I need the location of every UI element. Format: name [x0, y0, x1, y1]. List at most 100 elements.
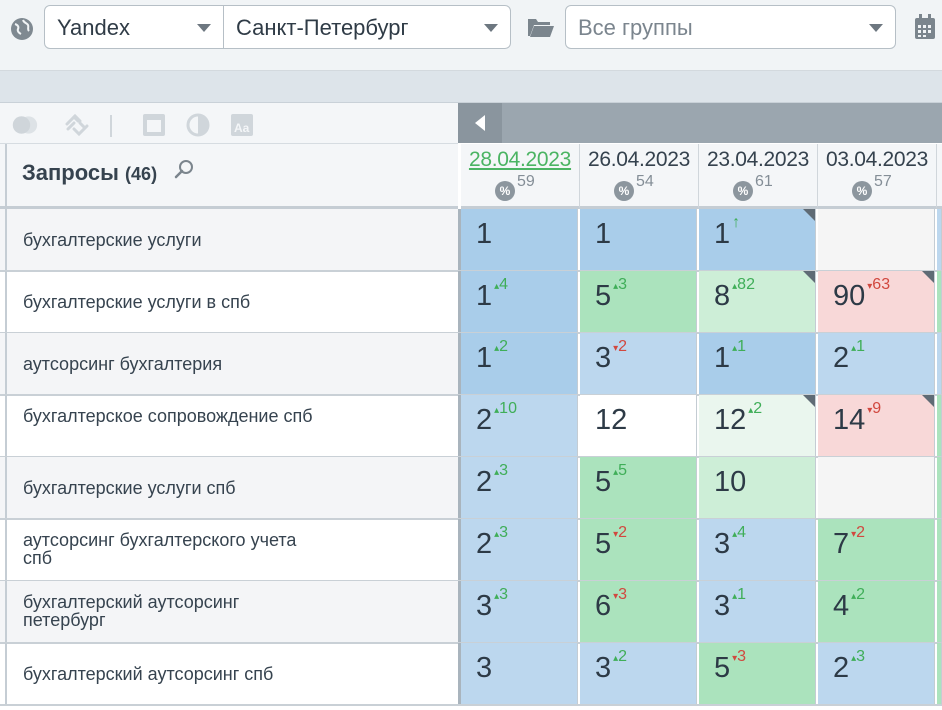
table-row: бухгалтерские услуги спб 2 ▴3 5 ▴5 10 [0, 457, 942, 520]
query-text: бухгалтерский аутсорсинг спб [23, 664, 274, 684]
position-cell[interactable]: 7 ▾2 [818, 519, 935, 580]
position-cell[interactable]: 2 ▴3 [818, 643, 935, 704]
position-cell[interactable]: 3 ▴4 [699, 519, 816, 580]
date-column-header[interactable] [937, 144, 942, 209]
position-cell[interactable] [818, 457, 935, 518]
table-row: бухгалтерские услуги 1 1 1 ↑ [0, 209, 942, 272]
date-column-header[interactable]: 23.04.2023% 61 [699, 144, 818, 209]
position-cell[interactable] [937, 643, 942, 704]
link-icon[interactable] [64, 113, 90, 137]
table-row: аутсорсинг бухгалтерского учета спб 2 ▴3 5 ▾… [0, 519, 942, 582]
toggle-icon[interactable] [12, 113, 38, 137]
calendar-icon[interactable] [914, 14, 936, 40]
position-cell[interactable]: 1 [461, 209, 578, 270]
position-number: 3 [714, 590, 731, 622]
position-cell[interactable]: 2 ▴3 [461, 519, 578, 580]
search-engine-select[interactable]: Yandex [44, 5, 224, 49]
query-cell[interactable]: бухгалтерские услуги [0, 209, 458, 270]
window-icon[interactable] [141, 113, 167, 137]
position-cell[interactable]: 12 ▴2 [699, 395, 816, 456]
position-number: 1 [595, 218, 612, 250]
date-label[interactable]: 28.04.2023 [461, 148, 579, 172]
query-cell[interactable]: бухгалтерское сопровождение спб [0, 395, 458, 456]
position-cell[interactable]: 3 ▴2 [580, 643, 697, 704]
position-change-value: 4 [499, 276, 509, 293]
position-change-value: 1 [856, 338, 866, 355]
search-icon[interactable] [174, 159, 194, 179]
queries-title-text: Запросы [22, 160, 119, 185]
position-cell[interactable]: 5 ▾2 [580, 519, 697, 580]
query-cell[interactable]: бухгалтерский аутсорсинг спб [0, 643, 458, 704]
position-change-value: 1 [737, 586, 747, 603]
position-change-value: 5 [618, 462, 628, 479]
folder-open-icon[interactable] [527, 16, 555, 38]
date-column-header[interactable]: 03.04.2023% 57 [818, 144, 937, 209]
position-cell[interactable] [937, 395, 942, 456]
position-cell[interactable] [937, 457, 942, 518]
font-icon[interactable]: Aa [229, 113, 255, 137]
date-column-header[interactable]: 26.04.2023% 54 [580, 144, 699, 209]
position-number: 2 [833, 342, 850, 374]
position-cell[interactable]: 1 ↑ [699, 209, 816, 270]
query-cell[interactable]: аутсорсинг бухгалтерского учета спб [0, 519, 458, 580]
query-cell[interactable]: бухгалтерский аутсорсинг петербург [0, 581, 458, 642]
date-label[interactable]: 03.04.2023 [818, 148, 936, 172]
position-number: 3 [714, 528, 731, 560]
position-number: 1 [714, 218, 731, 250]
position-cell[interactable]: 6 ▾3 [580, 581, 697, 642]
percent-value: 54 [636, 173, 654, 190]
position-cell[interactable]: 5 ▾3 [699, 643, 816, 704]
position-cell[interactable]: 8 ▴82 [699, 271, 816, 332]
position-cell[interactable]: 1 ▴2 [461, 333, 578, 394]
query-text: бухгалтерские услуги [23, 230, 202, 250]
position-change-value: 63 [872, 276, 891, 293]
position-cell[interactable] [937, 271, 942, 332]
query-cell[interactable]: бухгалтерские услуги спб [0, 457, 458, 518]
position-cell[interactable]: 4 ▴2 [818, 581, 935, 642]
position-number: 4 [833, 590, 850, 622]
position-cell[interactable] [818, 209, 935, 270]
date-label[interactable]: 26.04.2023 [580, 148, 698, 172]
position-number: 5 [714, 652, 731, 684]
position-cell[interactable]: 3 [461, 643, 578, 704]
query-cell[interactable]: аутсорсинг бухгалтерия [0, 333, 458, 394]
position-cell[interactable]: 12 [580, 395, 697, 456]
date-label[interactable]: 23.04.2023 [699, 148, 817, 172]
query-cell[interactable]: бухгалтерские услуги в спб [0, 271, 458, 332]
row-divider [5, 581, 7, 642]
position-change-up: ↑ [732, 214, 740, 231]
position-change-value: 3 [499, 586, 509, 603]
region-select[interactable]: Санкт-Петербург [223, 5, 511, 49]
position-cell[interactable]: 3 ▴1 [699, 581, 816, 642]
groups-select[interactable]: Все группы [565, 5, 896, 49]
position-cell[interactable] [937, 581, 942, 642]
globe-icon[interactable] [9, 16, 35, 42]
position-number: 5 [595, 466, 612, 498]
position-cell[interactable] [937, 209, 942, 270]
position-cell[interactable]: 3 ▾2 [580, 333, 697, 394]
query-text: бухгалтерский аутсорсинг петербург [23, 592, 240, 630]
position-cell[interactable]: 2 ▴3 [461, 457, 578, 518]
position-cell[interactable]: 1 [580, 209, 697, 270]
position-cell[interactable]: 2 ▴10 [461, 395, 578, 456]
position-cell[interactable]: 10 [699, 457, 816, 518]
position-cell[interactable] [937, 333, 942, 394]
position-cell[interactable]: 3 ▴3 [461, 581, 578, 642]
collapse-left-icon[interactable] [458, 103, 502, 143]
position-value: 12 [595, 404, 627, 437]
date-column-header[interactable]: 28.04.2023% 59 [461, 144, 580, 209]
position-cell[interactable]: 5 ▴5 [580, 457, 697, 518]
contrast-icon[interactable] [185, 113, 211, 137]
percent-icon: % [852, 181, 872, 201]
position-cell[interactable]: 1 ▴4 [461, 271, 578, 332]
position-change-up: ▴1 [732, 338, 746, 355]
position-cell[interactable]: 90 ▾63 [818, 271, 935, 332]
position-cell[interactable]: 14 ▾9 [818, 395, 935, 456]
position-cell[interactable]: 5 ▴3 [580, 271, 697, 332]
position-cell[interactable] [937, 519, 942, 580]
position-cell[interactable]: 2 ▴1 [818, 333, 935, 394]
position-cell[interactable]: 1 ▴1 [699, 333, 816, 394]
corner-marker-icon [922, 395, 934, 407]
position-change-value: 2 [618, 524, 628, 541]
position-value: 1 ↑ [714, 214, 740, 251]
